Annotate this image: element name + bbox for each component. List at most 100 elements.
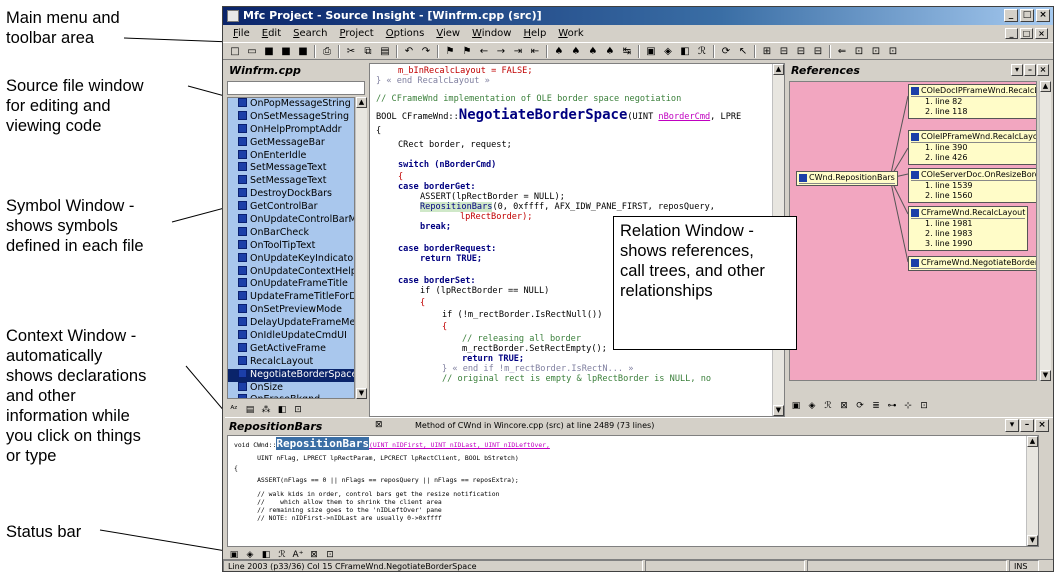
symbol-list-item[interactable]: OnBarCheck	[228, 226, 354, 240]
pane-close-icon[interactable]: ×	[1037, 64, 1049, 76]
context-lock-icon[interactable]: ⊠	[375, 420, 383, 430]
app-icon[interactable]	[227, 10, 239, 22]
close-file-icon[interactable]: ■	[295, 44, 311, 59]
symbol-info-icon[interactable]: ◈	[805, 399, 819, 413]
outline-view-icon[interactable]: ≣	[869, 399, 883, 413]
relation-graph[interactable]: CWnd.RepositionBars COleDocIPFrameWnd.Re…	[789, 81, 1037, 381]
nav-back-icon[interactable]: ⇐	[834, 44, 850, 59]
symbol-list-item[interactable]: GetControlBar	[228, 201, 354, 214]
close-button[interactable]: ×	[1036, 9, 1050, 22]
symbol-list-item[interactable]: OnToolTipText	[228, 239, 354, 253]
symbol-info-icon[interactable]: ◈	[660, 44, 676, 59]
browse-icon[interactable]: ◧	[275, 403, 289, 417]
relation-node[interactable]: CFrameWnd.RecalcLayout 1. line 1981 2. li…	[908, 206, 1029, 251]
window-icon[interactable]: ⊡	[917, 399, 931, 413]
save-all-icon[interactable]: ■	[278, 44, 294, 59]
jump-back-icon[interactable]: ⇤	[527, 44, 543, 59]
undo-icon[interactable]: ↶	[401, 44, 417, 59]
nav-window-icon[interactable]: ⊡	[885, 44, 901, 59]
symbol-list-item[interactable]: OnUpdateFrameTitle	[228, 278, 354, 291]
scroll-up-icon[interactable]: ▲	[356, 97, 367, 108]
context-window-body[interactable]: void CWnd::RepositionBars(UINT nIDFirst,…	[227, 435, 1039, 547]
scroll-down-icon[interactable]: ▼	[1027, 535, 1038, 546]
menu-edit[interactable]: Edit	[256, 26, 287, 41]
bookmark-next-icon[interactable]: ⚑	[459, 44, 475, 59]
help-pointer-icon[interactable]: ↖	[735, 44, 751, 59]
menu-window[interactable]: Window	[466, 26, 517, 41]
layout-1-icon[interactable]: ⊞	[759, 44, 775, 59]
symbol-list-item[interactable]: OnIdleUpdateCmdUI	[228, 330, 354, 343]
relation-node[interactable]: COleIPFrameWnd.RecalcLayout 1. line 390 2…	[908, 130, 1036, 165]
pane-minimize-icon[interactable]: –	[1020, 419, 1034, 432]
pane-menu-icon[interactable]: ▾	[1005, 419, 1019, 432]
doc-minimize-button[interactable]: _	[1005, 28, 1018, 39]
symbol-list-item[interactable]: RecalcLayout	[228, 355, 354, 369]
symbol-list-item[interactable]: GetActiveFrame	[228, 342, 354, 356]
references-icon[interactable]: ℛ	[821, 399, 835, 413]
category-icon[interactable]: ⁂	[259, 403, 273, 417]
find-icon[interactable]: ♠	[551, 44, 567, 59]
bookmark-icon[interactable]: ⚑	[442, 44, 458, 59]
menu-options[interactable]: Options	[380, 26, 431, 41]
back-icon[interactable]: ←	[476, 44, 492, 59]
refresh-icon[interactable]: ⟳	[853, 399, 867, 413]
references-icon[interactable]: ℛ	[694, 44, 710, 59]
copy-icon[interactable]: ⧉	[360, 44, 376, 59]
symbol-list-item[interactable]: DestroyDockBars	[228, 188, 354, 201]
menu-work[interactable]: Work	[552, 26, 589, 41]
symbol-list-item[interactable]: DelayUpdateFrameMe	[228, 317, 354, 330]
menu-view[interactable]: View	[430, 26, 466, 41]
print-icon[interactable]: ⎙	[319, 44, 335, 59]
tree-view-icon[interactable]: ⊶	[885, 399, 899, 413]
relation-node[interactable]: CFrameWnd.NegotiateBorderSpace	[908, 256, 1036, 271]
lock-icon[interactable]: ⊠	[837, 399, 851, 413]
pane-close-icon[interactable]: ×	[1035, 419, 1049, 432]
symbol-list-item[interactable]: OnSetPreviewMode	[228, 304, 354, 317]
scroll-down-icon[interactable]: ▼	[773, 405, 784, 416]
symbol-list-item[interactable]: OnUpdateControlBarM	[228, 214, 354, 227]
scroll-down-icon[interactable]: ▼	[356, 388, 367, 399]
context-scrollbar[interactable]: ▲ ▼	[1026, 436, 1038, 546]
scroll-up-icon[interactable]: ▲	[773, 64, 784, 75]
graph-view-icon[interactable]: ⊹	[901, 399, 915, 413]
relation-scrollbar[interactable]: ▲ ▼	[1039, 81, 1051, 381]
symbol-list-item[interactable]: OnPopMessageString	[228, 98, 354, 111]
layout-4-icon[interactable]: ⊟	[810, 44, 826, 59]
symbol-list-item[interactable]: OnEraseBkgnd	[228, 394, 354, 398]
window-icon[interactable]: ⊡	[291, 403, 305, 417]
symbol-list[interactable]: OnPopMessageString OnSetMessageString OnHe…	[227, 97, 355, 399]
relation-node[interactable]: COleServerDoc.OnResizeBorder 1. line 153…	[908, 168, 1036, 203]
symbol-list-item[interactable]: OnUpdateContextHelp	[228, 265, 354, 279]
sort-alpha-icon[interactable]: ᴬᶻ	[227, 403, 241, 417]
pane-minimize-icon[interactable]: –	[1024, 64, 1036, 76]
symbol-search-input[interactable]	[227, 81, 365, 95]
symbol-list-item[interactable]: UpdateFrameTitleForD	[228, 291, 354, 304]
symbol-list-item[interactable]: SetMessageText	[228, 162, 354, 175]
forward-icon[interactable]: →	[493, 44, 509, 59]
menu-file[interactable]: File	[227, 26, 256, 41]
cut-icon[interactable]: ✂	[343, 44, 359, 59]
menu-project[interactable]: Project	[334, 26, 380, 41]
layout-2-icon[interactable]: ⊟	[776, 44, 792, 59]
replace-icon[interactable]: ↹	[619, 44, 635, 59]
symbol-list-item[interactable]: OnHelpPromptAddr	[228, 123, 354, 137]
scroll-down-icon[interactable]: ▼	[1040, 370, 1051, 381]
find-files-icon[interactable]: ♠	[602, 44, 618, 59]
nav-tree-icon[interactable]: ⊡	[851, 44, 867, 59]
minimize-button[interactable]: _	[1004, 9, 1018, 22]
browse-icon[interactable]: ▣	[643, 44, 659, 59]
menu-search[interactable]: Search	[287, 26, 333, 41]
find-next-icon[interactable]: ♠	[568, 44, 584, 59]
redo-icon[interactable]: ↷	[418, 44, 434, 59]
symbol-list-item[interactable]: SetMessageText	[228, 175, 354, 188]
layout-3-icon[interactable]: ⊟	[793, 44, 809, 59]
scroll-up-icon[interactable]: ▲	[1040, 81, 1051, 92]
maximize-button[interactable]: □	[1020, 9, 1034, 22]
browse-icon[interactable]: ▣	[789, 399, 803, 413]
sync-icon[interactable]: ⟳	[718, 44, 734, 59]
jump-icon[interactable]: ⇥	[510, 44, 526, 59]
lookup-icon[interactable]: ◧	[677, 44, 693, 59]
symbol-list-scrollbar[interactable]: ▲ ▼	[355, 97, 367, 399]
symbol-list-item[interactable]: OnSize	[228, 381, 354, 395]
title-bar[interactable]: Mfc Project - Source Insight - [Winfrm.c…	[223, 7, 1053, 25]
